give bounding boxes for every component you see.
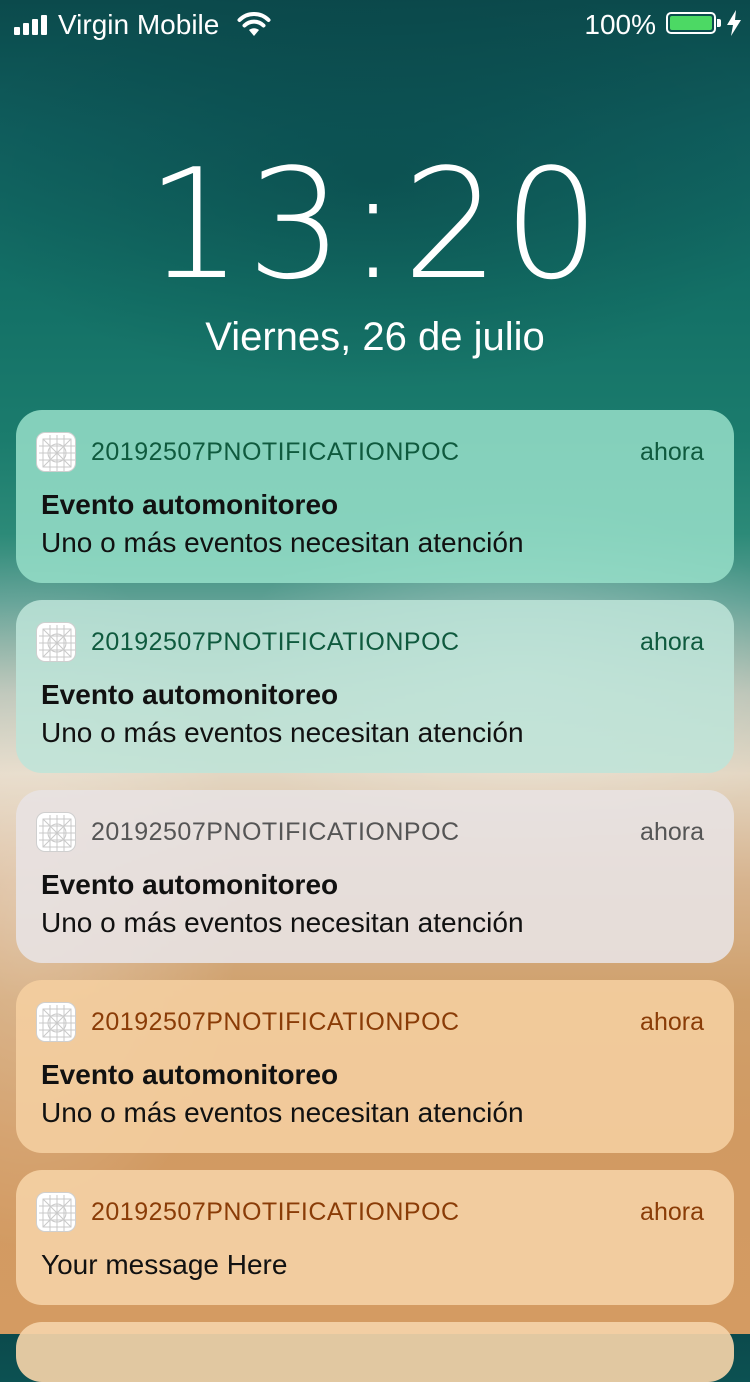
notification-card[interactable]: 20192507PNOTIFICATIONPOC ahora Evento au… [16, 600, 734, 773]
notification-header: 20192507PNOTIFICATIONPOC ahora [36, 1192, 704, 1232]
notification-title: Evento automonitoreo [41, 679, 339, 710]
charging-icon [727, 10, 741, 36]
app-icon [36, 432, 76, 472]
notification-title: Evento automonitoreo [41, 1059, 339, 1090]
notification-body: Uno o más eventos necesitan atención [41, 717, 524, 748]
notification-title: Evento automonitoreo [41, 489, 339, 520]
app-icon [36, 812, 76, 852]
notification-header: 20192507PNOTIFICATIONPOC ahora [36, 432, 704, 472]
app-icon [36, 1002, 76, 1042]
notification-time: ahora [640, 818, 704, 846]
notification-header: 20192507PNOTIFICATIONPOC ahora [36, 622, 704, 662]
carrier-name: Virgin Mobile [58, 9, 220, 40]
notification-header: 20192507PNOTIFICATIONPOC ahora [36, 812, 704, 852]
lock-screen-date: Viernes, 26 de julio [205, 315, 545, 359]
wifi-icon [237, 12, 271, 36]
battery-percent: 100% [584, 9, 656, 40]
app-name: 20192507PNOTIFICATIONPOC [91, 818, 460, 846]
status-bar: Virgin Mobile 100% [0, 0, 750, 50]
lock-screen-time: 13:20 [145, 136, 605, 313]
notification-card[interactable]: 20192507PNOTIFICATIONPOC ahora Evento au… [16, 980, 734, 1153]
battery-cap [717, 19, 721, 27]
notification-card[interactable]: 20192507PNOTIFICATIONPOC ahora Evento au… [16, 410, 734, 583]
notification-body: Your message Here [41, 1249, 288, 1280]
battery-icon [666, 12, 716, 34]
app-name: 20192507PNOTIFICATIONPOC [91, 1008, 460, 1036]
notification-time: ahora [640, 1008, 704, 1036]
notification-body: Uno o más eventos necesitan atención [41, 1097, 524, 1128]
notification-card[interactable]: 20192507PNOTIFICATIONPOC ahora Evento au… [16, 790, 734, 963]
notification-body: Uno o más eventos necesitan atención [41, 527, 524, 558]
app-name: 20192507PNOTIFICATIONPOC [91, 628, 460, 656]
notification-time: ahora [640, 628, 704, 656]
notification-card[interactable]: 20192507PNOTIFICATIONPOC ahora Your mess… [16, 1170, 734, 1305]
app-name: 20192507PNOTIFICATIONPOC [91, 438, 460, 466]
notification-title: Evento automonitoreo [41, 869, 339, 900]
app-name: 20192507PNOTIFICATIONPOC [91, 1198, 460, 1226]
notification-card-partial[interactable] [16, 1322, 734, 1382]
notification-body: Uno o más eventos necesitan atención [41, 907, 524, 938]
battery-fill [670, 16, 712, 30]
notification-time: ahora [640, 1198, 704, 1226]
app-icon [36, 622, 76, 662]
notification-time: ahora [640, 438, 704, 466]
notification-header: 20192507PNOTIFICATIONPOC ahora [36, 1002, 704, 1042]
signal-icon [14, 13, 47, 35]
app-icon [36, 1192, 76, 1232]
